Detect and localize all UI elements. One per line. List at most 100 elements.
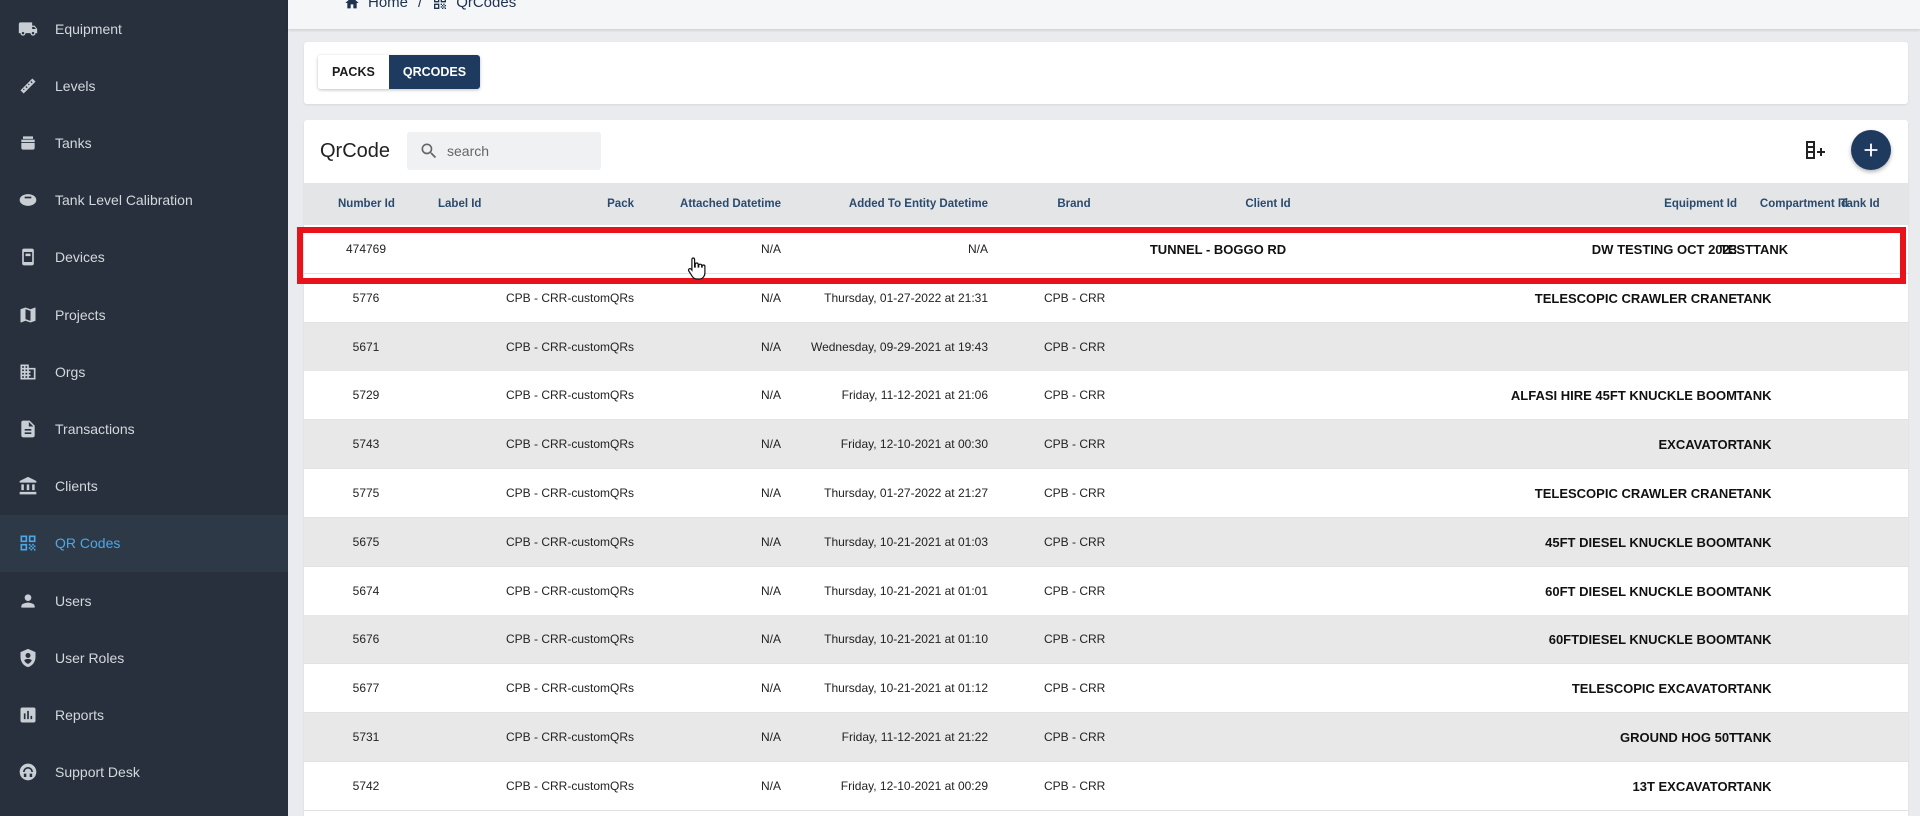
- cell-client-id: [1109, 664, 1327, 713]
- cell-pack: CPB - CRR-customQRs: [505, 534, 634, 549]
- col-pack[interactable]: Pack: [564, 183, 634, 225]
- cell-client-id: [1109, 274, 1327, 323]
- truck-icon: [17, 18, 39, 40]
- table-row[interactable]: 5776 CPB - CRR-customQRs N/A Thursday, 01-2…: [304, 273, 1908, 323]
- sidebar-item-devices[interactable]: Devices: [0, 229, 288, 286]
- table-row[interactable]: 5742 CPB - CRR-customQRs N/A Friday, 12-10-…: [304, 761, 1908, 811]
- column-plus-icon: [1806, 141, 1825, 159]
- cell-tank-id: [1830, 323, 1890, 372]
- table-title: QrCode: [320, 140, 391, 162]
- add-qrcode-button[interactable]: [1851, 130, 1891, 170]
- sidebar-item-tank-level-calibration[interactable]: Tank Level Calibration: [0, 172, 288, 229]
- hand-cursor-icon: [687, 257, 706, 280]
- tab-qrcodes[interactable]: QRCODES: [388, 55, 481, 89]
- cell-compartment-id: TANK: [1736, 388, 1772, 404]
- sidebar-item-label: Tanks: [55, 134, 92, 151]
- sidebar-item-orgs[interactable]: Orgs: [0, 343, 288, 400]
- cell-added-datetime: Friday, 11-12-2021 at 21:22: [841, 730, 988, 744]
- table-row[interactable]: 5731 CPB - CRR-customQRs N/A Friday, 11-12-…: [304, 713, 1908, 762]
- table-row[interactable]: 5743 CPB - CRR-customQRs N/A Friday, 12-10-…: [304, 420, 1908, 470]
- sidebar-item-label: QR Codes: [55, 535, 121, 552]
- sidebar-item-label: Support Desk: [55, 764, 140, 781]
- cell-attached-datetime: N/A: [760, 534, 781, 549]
- cell-added-datetime: Thursday, 01-27-2022 at 21:31: [824, 290, 988, 305]
- cell-brand: CPB - CRR: [1044, 486, 1106, 500]
- col-number-id[interactable]: Number Id: [338, 183, 395, 225]
- tank-icon: [17, 132, 39, 154]
- cell-client-id: [1109, 469, 1327, 518]
- sidebar-item-reports[interactable]: Reports: [0, 686, 288, 743]
- cell-added-datetime: Thursday, 10-21-2021 at 01:03: [824, 534, 988, 549]
- home-icon[interactable]: [344, 0, 360, 11]
- table-row[interactable]: 5775 CPB - CRR-customQRs N/A Thursday, 01-2…: [304, 469, 1908, 518]
- qr-code-icon: [17, 532, 39, 554]
- sidebar-item-support-desk[interactable]: Support Desk: [0, 744, 288, 801]
- cell-tank-id: [1830, 371, 1890, 420]
- table-row[interactable]: 474769 N/A N/A TUNNEL - BOGGO RD DW TESTING …: [304, 225, 1908, 274]
- tabs-card: PACKS QRCODES: [304, 42, 1908, 104]
- cell-compartment-id: TANK: [1736, 632, 1772, 648]
- cell-brand: CPB - CRR: [1044, 388, 1106, 403]
- cell-client-id: [1109, 323, 1327, 372]
- sidebar-item-label: Tank Level Calibration: [55, 192, 193, 209]
- cell-client-id: [1109, 420, 1327, 469]
- cell-number-id: 5671: [352, 339, 380, 354]
- cell-tank-id: [1830, 615, 1890, 664]
- col-equipment-id[interactable]: Equipment Id: [1504, 183, 1737, 225]
- plus-icon: [1864, 143, 1878, 157]
- col-label-id[interactable]: Label Id: [438, 183, 481, 225]
- sidebar-item-equipment[interactable]: Equipment: [0, 0, 288, 57]
- cell-tank-id: [1830, 469, 1890, 518]
- cell-brand: CPB - CRR: [1044, 730, 1106, 744]
- table-row[interactable]: 5729 CPB - CRR-customQRs N/A Friday, 11-12-…: [304, 371, 1908, 421]
- col-brand[interactable]: Brand: [1044, 183, 1104, 225]
- sidebar-item-users[interactable]: Users: [0, 572, 288, 629]
- add-column-button[interactable]: [1801, 136, 1829, 164]
- table-row[interactable]: 5674 CPB - CRR-customQRs N/A Thursday, 10-2…: [304, 566, 1908, 616]
- table-row[interactable]: 5677 CPB - CRR-customQRs N/A Thursday, 10-2…: [304, 664, 1908, 714]
- qrcode-table-card: QrCode Number Id Label Id Pack Attached …: [304, 120, 1908, 816]
- table-row[interactable]: 5676 CPB - CRR-customQRs N/A Thursday, 10-2…: [304, 615, 1908, 665]
- sidebar-item-transactions[interactable]: Transactions: [0, 400, 288, 457]
- table-row[interactable]: 5671 CPB - CRR-customQRs N/A Wednesday, 09-…: [304, 322, 1908, 372]
- building-icon: [17, 361, 39, 383]
- cell-compartment-id: TANK: [1736, 486, 1772, 501]
- cell-number-id: 5677: [352, 681, 380, 696]
- sidebar-item-label: Clients: [55, 478, 98, 495]
- cell-number-id: 474769: [345, 242, 387, 256]
- cell-client-id: [1109, 615, 1327, 664]
- col-attached-datetime[interactable]: Attached Datetime: [644, 183, 781, 225]
- sidebar-item-tanks[interactable]: Tanks: [0, 114, 288, 171]
- sidebar-item-levels[interactable]: Levels: [0, 57, 288, 114]
- cell-tank-id: [1830, 567, 1890, 616]
- search-input[interactable]: [447, 143, 587, 159]
- cell-tank-id: [1830, 762, 1890, 811]
- breadcrumb-home[interactable]: Home: [368, 0, 408, 11]
- cell-brand: CPB - CRR: [1044, 681, 1106, 696]
- ruler-icon: [17, 75, 39, 97]
- col-tank-id[interactable]: Tank Id: [1830, 183, 1890, 225]
- gauge-icon: [17, 189, 39, 211]
- table-row[interactable]: 5675 CPB - CRR-customQRs N/A Thursday, 10-2…: [304, 517, 1908, 567]
- cell-number-id: 5743: [352, 437, 380, 452]
- cell-tank-id: [1830, 713, 1890, 762]
- cell-pack: CPB - CRR-customQRs: [505, 778, 634, 793]
- col-added-datetime[interactable]: Added To Entity Datetime: [784, 183, 988, 225]
- sidebar-item-clients[interactable]: Clients: [0, 458, 288, 515]
- cell-added-datetime: Friday, 12-10-2021 at 00:29: [840, 778, 988, 793]
- cell-pack: [474, 225, 634, 274]
- sidebar-item-projects[interactable]: Projects: [0, 286, 288, 343]
- cell-pack: CPB - CRR-customQRs: [505, 583, 634, 598]
- cell-tank-id: [1830, 664, 1890, 713]
- col-client-id[interactable]: Client Id: [1204, 183, 1332, 225]
- tab-packs[interactable]: PACKS: [318, 55, 389, 89]
- sidebar-item-user-roles[interactable]: User Roles: [0, 629, 288, 686]
- cell-compartment-id: TANK: [1736, 534, 1772, 550]
- sidebar-item-qr-codes[interactable]: QR Codes: [0, 514, 288, 572]
- search-box[interactable]: [407, 132, 601, 170]
- sidebar-item-label: Users: [55, 592, 92, 609]
- sidebar-item-label: Projects: [55, 306, 106, 323]
- breadcrumb-separator: /: [418, 0, 423, 11]
- bank-icon: [17, 475, 39, 497]
- cell-compartment-id: TANK: [1736, 778, 1772, 794]
